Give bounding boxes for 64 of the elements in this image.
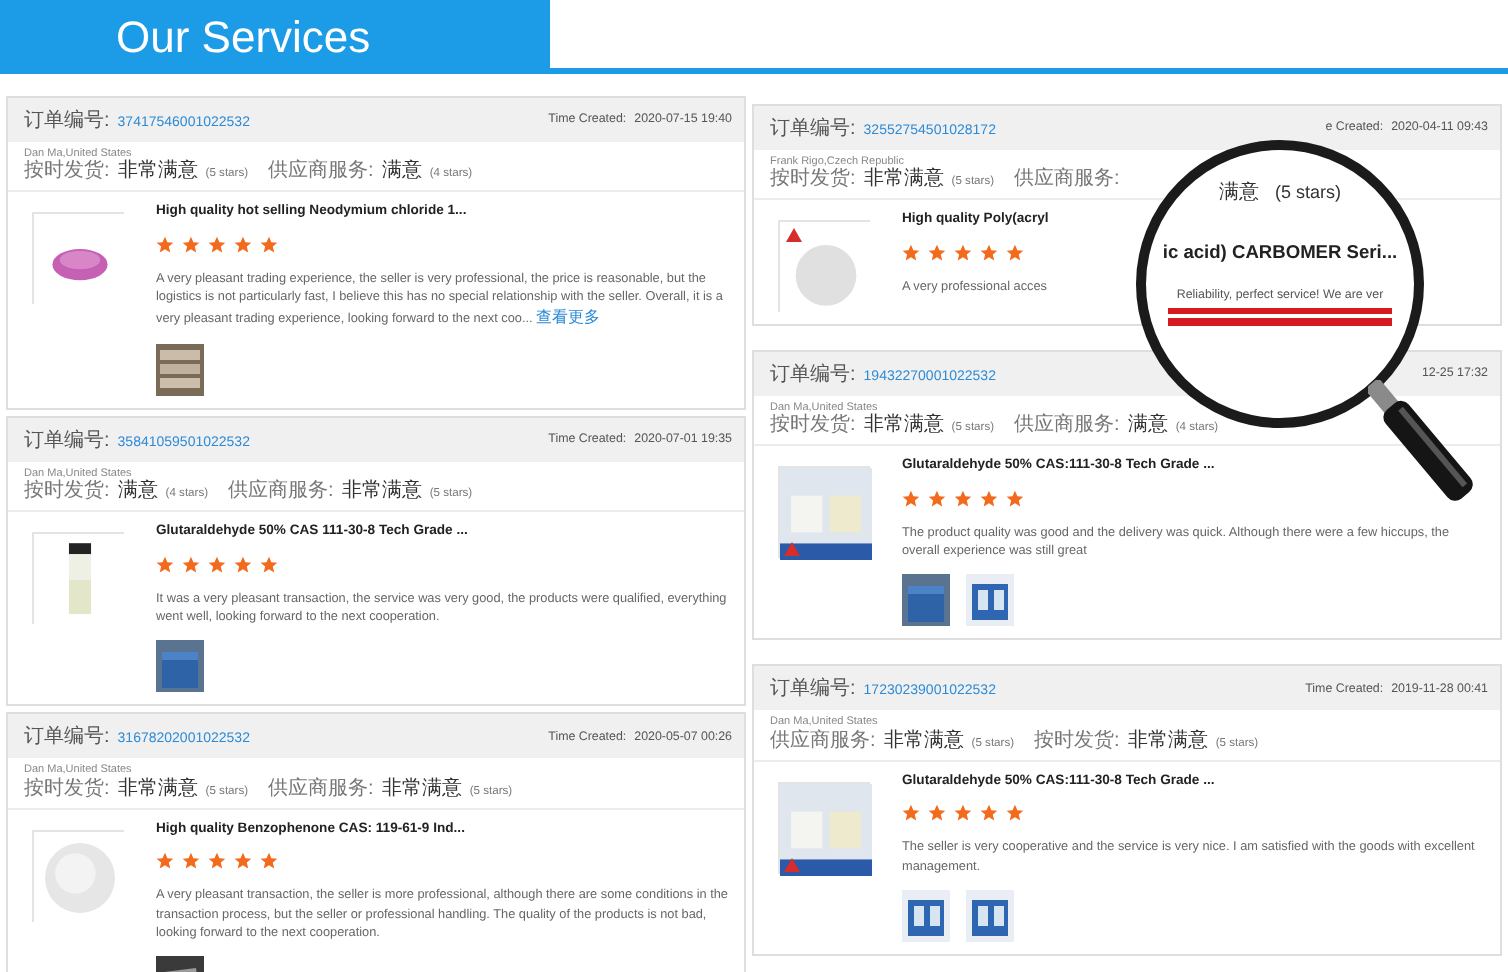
rating-value: 非常满意	[117, 160, 198, 185]
star-icon	[902, 489, 920, 508]
order-label: 订单编号:	[24, 427, 110, 456]
star-icon	[156, 235, 174, 254]
star-icon	[182, 555, 200, 574]
rating-value: 满意	[1218, 179, 1259, 208]
star-icon	[954, 489, 972, 508]
star-icon	[1006, 489, 1024, 508]
rating-label: 按时发货:	[24, 480, 110, 505]
star-icon	[260, 235, 278, 254]
star-icon	[928, 243, 946, 262]
order-label: 订单编号:	[770, 361, 856, 390]
order-label: 订单编号:	[24, 107, 110, 135]
rating-label: 供应商服务:	[268, 777, 374, 802]
rating-label: 供应商服务:	[1014, 168, 1120, 193]
star-icon	[902, 243, 920, 262]
star-icon	[980, 804, 998, 823]
rating-value: 非常满意	[883, 729, 964, 754]
rating-value: 满意	[1127, 414, 1168, 439]
rating-label: 供应商服务:	[1014, 414, 1120, 439]
star-icon	[234, 555, 252, 574]
star-icon	[928, 489, 946, 508]
rating-label: 供应商服务:	[268, 160, 374, 185]
rating-value: 非常满意	[1127, 729, 1208, 754]
star-icon	[928, 804, 946, 823]
rating-value: 满意	[117, 480, 158, 505]
star-icon	[980, 489, 998, 508]
rating-note: (5 stars)	[1274, 180, 1341, 206]
star-icon	[954, 243, 972, 262]
star-icon	[182, 852, 200, 871]
rating-label: 按时发货:	[770, 414, 856, 439]
star-icon	[260, 555, 278, 574]
star-icon	[980, 243, 998, 262]
product-title: ic acid) CARBOMER Seri...	[1160, 240, 1400, 266]
rating-value: 非常满意	[381, 777, 462, 802]
order-label: 订单编号:	[770, 115, 856, 143]
rating-value: 非常满意	[863, 168, 944, 193]
star-icon	[902, 804, 920, 823]
order-label: 订单编号:	[24, 723, 110, 752]
section-title: Our Services	[0, 0, 550, 74]
star-icon	[1006, 804, 1024, 823]
star-icon	[260, 852, 278, 871]
rating-label: 供应商服务:	[770, 729, 876, 754]
star-icon	[156, 555, 174, 574]
rating-label: 供应商服务:	[228, 480, 334, 505]
star-icon	[156, 852, 174, 871]
rating-label: 按时发货:	[24, 160, 110, 185]
rating-label: 按时发货:	[770, 168, 856, 193]
star-icon	[182, 235, 200, 254]
star-icon	[234, 235, 252, 254]
rating-value: 非常满意	[117, 777, 198, 802]
rating-value: 非常满意	[341, 480, 422, 505]
order-label: 订单编号:	[770, 675, 856, 704]
star-icon	[234, 852, 252, 871]
star-icon	[208, 852, 226, 871]
rating-label: 按时发货:	[1034, 729, 1120, 754]
star-icon	[208, 235, 226, 254]
star-icon	[1006, 243, 1024, 262]
rating-label: 按时发货:	[24, 777, 110, 802]
rating-value: 非常满意	[863, 414, 944, 439]
rating-value: 满意	[381, 160, 422, 185]
read-more-link[interactable]: 查看更多	[536, 308, 601, 327]
star-icon	[954, 804, 972, 823]
star-icon	[208, 555, 226, 574]
